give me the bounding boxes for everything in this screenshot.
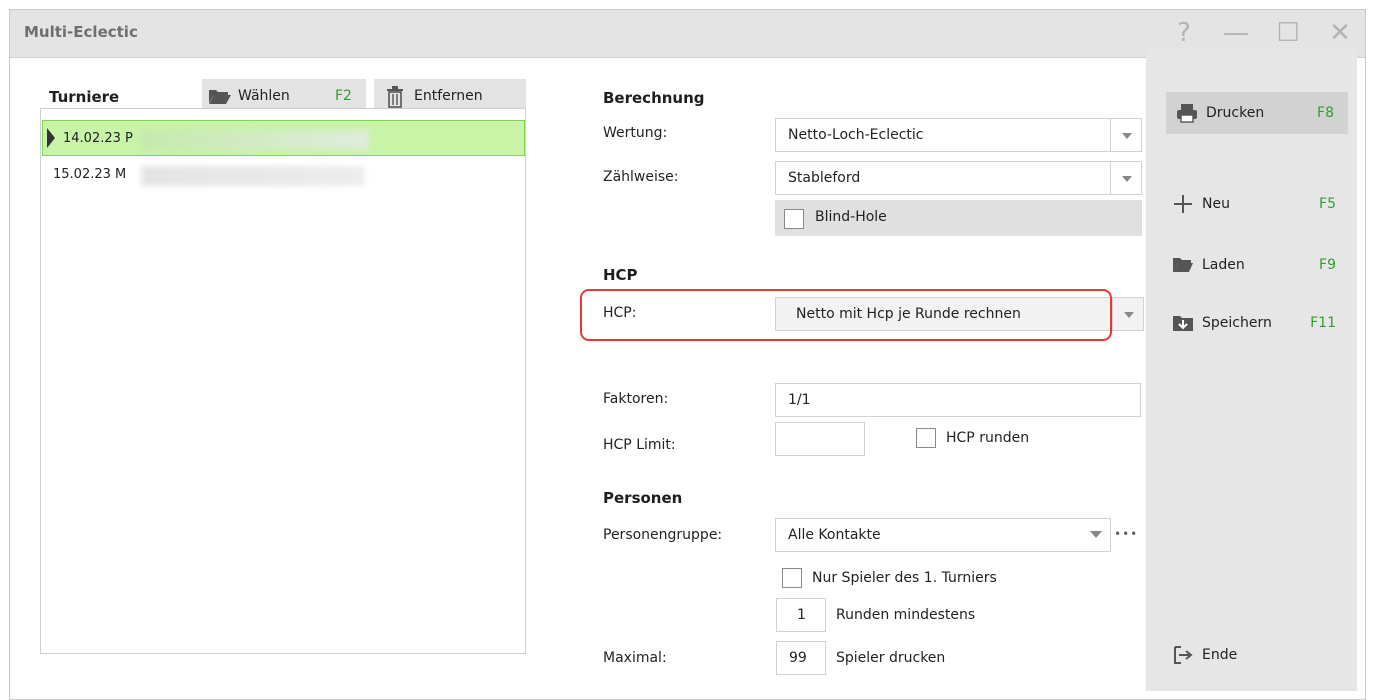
printer-icon	[1177, 104, 1197, 123]
wertung-select[interactable]: Netto-Loch-Eclectic	[775, 118, 1111, 152]
trash-icon	[387, 86, 403, 108]
spieler-drucken-label: Spieler drucken	[836, 650, 946, 666]
save-label: Speichern	[1202, 315, 1272, 331]
save-folder-icon	[1173, 316, 1193, 331]
print-shortcut: F8	[1317, 105, 1334, 121]
new-button[interactable]: Neu F5	[1162, 183, 1350, 225]
nur-spieler-label: Nur Spieler des 1. Turniers	[812, 570, 997, 586]
new-shortcut: F5	[1319, 196, 1336, 212]
blind-hole-panel: Blind-Hole	[775, 200, 1142, 236]
hcp-limit-label: HCP Limit:	[603, 437, 676, 453]
hcp-limit-input[interactable]	[775, 422, 865, 456]
redacted-name	[141, 166, 365, 186]
exit-icon	[1174, 646, 1193, 664]
load-shortcut: F9	[1319, 257, 1336, 273]
zaehlweise-select[interactable]: Stableford	[775, 161, 1111, 195]
tournament-list[interactable]: 14.02.23 P 15.02.23 M	[40, 108, 526, 654]
save-shortcut: F11	[1310, 315, 1336, 331]
chevron-down-icon[interactable]	[1110, 118, 1142, 152]
wertung-label: Wertung:	[603, 125, 668, 141]
hcp-runden-label: HCP runden	[946, 430, 1030, 446]
personengruppe-select[interactable]: Alle Kontakte	[775, 518, 1111, 552]
chevron-down-icon[interactable]	[1110, 161, 1142, 195]
save-button[interactable]: Speichern F11	[1162, 302, 1350, 344]
personengruppe-label: Personengruppe:	[603, 527, 723, 543]
folder-open-icon	[209, 90, 231, 104]
maximal-input[interactable]: 99	[776, 641, 826, 675]
tournament-date: 15.02.23 M	[53, 167, 127, 182]
folder-open-icon	[1173, 258, 1193, 272]
row-pointer-icon	[47, 128, 55, 148]
runden-mindestens-label: Runden mindestens	[836, 607, 976, 623]
more-options-icon[interactable]: •••	[1114, 527, 1138, 541]
load-label: Laden	[1202, 257, 1245, 273]
tournament-date: 14.02.23 P	[63, 131, 133, 146]
personen-section-title: Personen	[603, 489, 683, 507]
window-title: Multi-Eclectic	[24, 23, 138, 41]
print-button[interactable]: Drucken F8	[1166, 92, 1348, 134]
blind-hole-label: Blind-Hole	[815, 209, 887, 225]
list-item[interactable]: 14.02.23 P	[42, 120, 525, 156]
zaehlweise-label: Zählweise:	[603, 169, 679, 185]
nur-spieler-checkbox[interactable]	[782, 568, 802, 588]
end-button[interactable]: Ende	[1162, 634, 1350, 676]
chevron-down-icon[interactable]	[1082, 518, 1111, 552]
chevron-down-icon[interactable]	[1112, 297, 1144, 331]
highlight-frame	[580, 289, 1112, 341]
minimize-icon[interactable]: —	[1219, 16, 1253, 50]
blind-hole-checkbox[interactable]	[784, 209, 804, 229]
end-label: Ende	[1202, 647, 1238, 663]
new-label: Neu	[1202, 196, 1230, 212]
list-item[interactable]: 15.02.23 M	[41, 157, 525, 193]
help-icon[interactable]: ?	[1167, 16, 1201, 50]
action-sidebar: Drucken F8 Neu F5 Laden F9 Speichern F11	[1146, 48, 1357, 691]
runden-mindestens-input[interactable]: 1	[776, 598, 826, 632]
print-label: Drucken	[1206, 105, 1265, 121]
hcp-runden-checkbox[interactable]	[916, 428, 936, 448]
load-button[interactable]: Laden F9	[1162, 244, 1350, 286]
plus-icon	[1174, 195, 1192, 213]
faktoren-label: Faktoren:	[603, 391, 669, 407]
redacted-name	[141, 130, 369, 150]
hcp-section-title: HCP	[603, 266, 638, 284]
faktoren-input[interactable]: 1/1	[775, 383, 1141, 417]
maximal-label: Maximal:	[603, 650, 667, 666]
berechnung-section-title: Berechnung	[603, 89, 705, 107]
close-icon[interactable]: ✕	[1323, 16, 1357, 50]
maximize-icon[interactable]: ☐	[1271, 16, 1305, 50]
tournaments-label: Turniere	[49, 88, 120, 106]
